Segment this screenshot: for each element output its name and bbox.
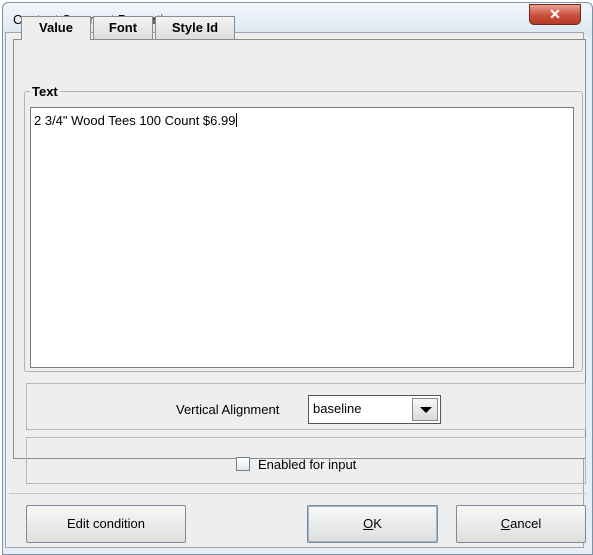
enabled-for-input-checkbox[interactable] bbox=[236, 457, 250, 471]
cancel-mnemonic: C bbox=[500, 516, 511, 531]
ok-label-rest: K bbox=[373, 516, 382, 531]
ok-button[interactable]: OK bbox=[307, 505, 438, 543]
vertical-alignment-value: baseline bbox=[313, 401, 362, 416]
title-bar[interactable]: Content Segment Properties ✕ bbox=[3, 3, 592, 35]
text-group-legend: Text bbox=[30, 84, 60, 99]
tab-style-id[interactable]: Style Id bbox=[155, 16, 235, 39]
vertical-alignment-select[interactable]: baseline bbox=[308, 395, 441, 424]
tab-font[interactable]: Font bbox=[93, 16, 153, 39]
text-caret bbox=[236, 113, 238, 127]
ok-mnemonic: O bbox=[363, 516, 374, 531]
edit-condition-button[interactable]: Edit condition bbox=[26, 505, 186, 543]
text-area[interactable]: 2 3/4" Wood Tees 100 Count $6.99 bbox=[30, 107, 574, 368]
enabled-for-input-label[interactable]: Enabled for input bbox=[258, 457, 356, 472]
cancel-button[interactable]: Cancel bbox=[456, 505, 586, 543]
vertical-alignment-panel bbox=[26, 383, 586, 430]
tab-value[interactable]: Value bbox=[21, 16, 91, 40]
chevron-down-icon[interactable] bbox=[412, 398, 438, 421]
text-area-content: 2 3/4" Wood Tees 100 Count $6.99 bbox=[34, 113, 238, 128]
vertical-alignment-label: Vertical Alignment bbox=[176, 402, 280, 417]
close-icon[interactable]: ✕ bbox=[529, 4, 581, 25]
cancel-label-rest: ancel bbox=[510, 516, 542, 531]
